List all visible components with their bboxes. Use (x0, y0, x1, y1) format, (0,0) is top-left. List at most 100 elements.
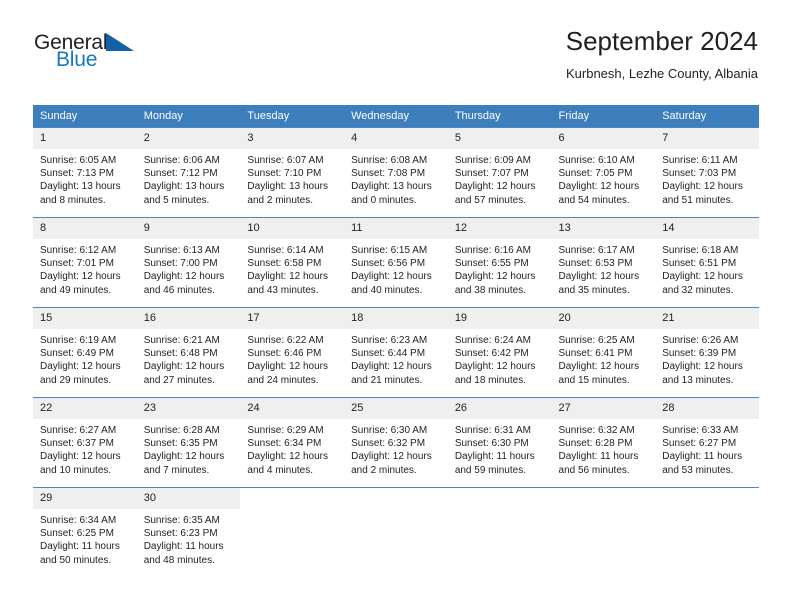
day-details: Sunrise: 6:11 AM Sunset: 7:03 PM Daylight:… (655, 149, 759, 207)
daylight-text: Daylight: 12 hours and 46 minutes. (143, 271, 225, 296)
day-number: 11 (344, 218, 448, 239)
day-details: Sunrise: 6:15 AM Sunset: 6:56 PM Daylight:… (344, 239, 448, 297)
daylight-text: Daylight: 13 hours and 0 minutes. (351, 181, 432, 206)
sunset-text: Sunset: 6:34 PM (247, 438, 322, 450)
calendar-page: General Blue September 2024 Kurbnesh, Le… (0, 0, 792, 612)
calendar-day-cell[interactable]: 23 Sunrise: 6:28 AM Sunset: 6:35 PM Dayligh… (136, 397, 241, 488)
daylight-text: Daylight: 12 hours and 38 minutes. (454, 271, 536, 296)
calendar-day-cell[interactable]: 6 Sunrise: 6:10 AM Sunset: 7:05 PM Daylight… (551, 127, 656, 218)
day-number: 29 (33, 488, 137, 509)
calendar-week-row: 29 Sunrise: 6:34 AM Sunset: 6:25 PM Dayligh… (33, 487, 759, 578)
sunrise-text: Sunrise: 6:11 AM (662, 155, 738, 166)
sunset-text: Sunset: 6:41 PM (558, 348, 633, 360)
day-number (655, 488, 759, 509)
calendar-day-cell[interactable]: 13 Sunrise: 6:17 AM Sunset: 6:53 PM Dayligh… (551, 217, 656, 308)
calendar-day-cell[interactable]: 20 Sunrise: 6:25 AM Sunset: 6:41 PM Dayligh… (551, 307, 656, 398)
calendar-week-row: 15 Sunrise: 6:19 AM Sunset: 6:49 PM Dayligh… (33, 307, 759, 398)
calendar-day-cell[interactable]: 19 Sunrise: 6:24 AM Sunset: 6:42 PM Dayligh… (447, 307, 552, 398)
calendar-day-cell[interactable]: 8 Sunrise: 6:12 AM Sunset: 7:01 PM Daylight… (33, 217, 137, 308)
calendar-day-cell[interactable]: 3 Sunrise: 6:07 AM Sunset: 7:10 PM Daylight… (240, 127, 345, 218)
day-number (551, 488, 656, 509)
calendar-day-cell[interactable]: 22 Sunrise: 6:27 AM Sunset: 6:37 PM Dayligh… (33, 397, 137, 488)
daylight-text: Daylight: 13 hours and 5 minutes. (143, 181, 225, 206)
calendar-day-cell[interactable]: 16 Sunrise: 6:21 AM Sunset: 6:48 PM Dayligh… (136, 307, 241, 398)
calendar-day-cell[interactable]: 1 Sunrise: 6:05 AM Sunset: 7:13 PM Daylight… (33, 127, 137, 218)
day-number: 15 (33, 308, 137, 329)
calendar-empty-cell (447, 487, 552, 578)
day-number: 14 (655, 218, 759, 239)
calendar-day-cell[interactable]: 2 Sunrise: 6:06 AM Sunset: 7:12 PM Daylight… (136, 127, 241, 218)
sunrise-text: Sunrise: 6:15 AM (351, 245, 428, 256)
sunrise-text: Sunrise: 6:28 AM (143, 425, 220, 436)
day-number: 28 (655, 398, 759, 419)
calendar-day-cell[interactable]: 17 Sunrise: 6:22 AM Sunset: 6:46 PM Dayligh… (240, 307, 345, 398)
day-number: 27 (551, 398, 656, 419)
daylight-text: Daylight: 11 hours and 48 minutes. (143, 541, 224, 566)
day-number: 6 (551, 128, 656, 149)
calendar-day-cell[interactable]: 29 Sunrise: 6:34 AM Sunset: 6:25 PM Dayligh… (33, 487, 137, 578)
page-subtitle: Kurbnesh, Lezhe County, Albania (565, 66, 758, 81)
day-details: Sunrise: 6:17 AM Sunset: 6:53 PM Daylight:… (552, 239, 656, 297)
calendar-day-cell[interactable]: 11 Sunrise: 6:15 AM Sunset: 6:56 PM Dayligh… (344, 217, 448, 308)
calendar-empty-cell (240, 487, 345, 578)
daylight-text: Daylight: 11 hours and 53 minutes. (662, 451, 743, 476)
sunset-text: Sunset: 6:49 PM (40, 348, 114, 360)
sunset-text: Sunset: 6:37 PM (40, 438, 114, 450)
sunrise-text: Sunrise: 6:30 AM (351, 425, 428, 436)
sunset-text: Sunset: 6:56 PM (351, 258, 426, 270)
daylight-text: Daylight: 13 hours and 2 minutes. (247, 181, 329, 206)
calendar-day-cell[interactable]: 4 Sunrise: 6:08 AM Sunset: 7:08 PM Daylight… (344, 127, 448, 218)
weekday-header-row: Sunday Monday Tuesday Wednesday Thursday Frid… (33, 105, 759, 128)
day-number: 9 (136, 218, 241, 239)
calendar-day-cell[interactable]: 28 Sunrise: 6:33 AM Sunset: 6:27 PM Dayligh… (655, 397, 759, 488)
calendar-day-cell[interactable]: 27 Sunrise: 6:32 AM Sunset: 6:28 PM Dayligh… (551, 397, 656, 488)
sunset-text: Sunset: 7:12 PM (143, 168, 218, 180)
sunrise-text: Sunrise: 6:21 AM (143, 335, 220, 346)
sunset-text: Sunset: 6:30 PM (454, 438, 529, 450)
calendar-empty-cell (655, 487, 759, 578)
title-block: September 2024 Kurbnesh, Lezhe County, A… (566, 26, 758, 82)
calendar-day-cell[interactable]: 14 Sunrise: 6:18 AM Sunset: 6:51 PM Dayligh… (655, 217, 759, 308)
day-details: Sunrise: 6:29 AM Sunset: 6:34 PM Daylight:… (240, 419, 344, 477)
calendar-day-cell[interactable]: 30 Sunrise: 6:35 AM Sunset: 6:23 PM Dayligh… (136, 487, 241, 578)
day-number: 16 (136, 308, 241, 329)
calendar-day-cell[interactable]: 5 Sunrise: 6:09 AM Sunset: 7:07 PM Daylight… (447, 127, 552, 218)
day-details: Sunrise: 6:13 AM Sunset: 7:00 PM Daylight:… (137, 239, 241, 297)
page-header: General Blue September 2024 Kurbnesh, Le… (0, 26, 792, 96)
sunset-text: Sunset: 6:44 PM (351, 348, 426, 360)
calendar-day-cell[interactable]: 7 Sunrise: 6:11 AM Sunset: 7:03 PM Daylight… (655, 127, 759, 218)
daylight-text: Daylight: 12 hours and 49 minutes. (40, 271, 121, 296)
calendar-day-cell[interactable]: 25 Sunrise: 6:30 AM Sunset: 6:32 PM Dayligh… (344, 397, 448, 488)
day-details: Sunrise: 6:32 AM Sunset: 6:28 PM Daylight:… (552, 419, 656, 477)
day-number (447, 488, 552, 509)
sunset-text: Sunset: 6:39 PM (662, 348, 737, 360)
day-details: Sunrise: 6:10 AM Sunset: 7:05 PM Daylight:… (552, 149, 656, 207)
calendar-day-cell[interactable]: 10 Sunrise: 6:14 AM Sunset: 6:58 PM Dayligh… (240, 217, 345, 308)
sunrise-text: Sunrise: 6:35 AM (143, 515, 220, 526)
calendar-day-cell[interactable]: 15 Sunrise: 6:19 AM Sunset: 6:49 PM Dayligh… (33, 307, 137, 398)
calendar-day-cell[interactable]: 24 Sunrise: 6:29 AM Sunset: 6:34 PM Dayligh… (240, 397, 345, 488)
weekday-header-friday: Friday (551, 105, 656, 128)
general-blue-logo[interactable]: General Blue (34, 32, 146, 78)
sunset-text: Sunset: 6:42 PM (454, 348, 529, 360)
daylight-text: Daylight: 12 hours and 10 minutes. (40, 451, 121, 476)
calendar-day-cell[interactable]: 9 Sunrise: 6:13 AM Sunset: 7:00 PM Daylight… (136, 217, 241, 308)
day-details: Sunrise: 6:28 AM Sunset: 6:35 PM Daylight:… (137, 419, 241, 477)
sunrise-text: Sunrise: 6:33 AM (662, 425, 739, 436)
calendar-grid: Sunday Monday Tuesday Wednesday Thursday Frid… (33, 105, 759, 578)
sunset-text: Sunset: 6:53 PM (558, 258, 633, 270)
day-number: 23 (136, 398, 241, 419)
day-number: 26 (447, 398, 552, 419)
sunrise-text: Sunrise: 6:26 AM (662, 335, 739, 346)
weekday-header-saturday: Saturday (655, 105, 759, 128)
day-number: 5 (447, 128, 552, 149)
calendar-day-cell[interactable]: 12 Sunrise: 6:16 AM Sunset: 6:55 PM Dayligh… (447, 217, 552, 308)
calendar-day-cell[interactable]: 26 Sunrise: 6:31 AM Sunset: 6:30 PM Dayligh… (447, 397, 552, 488)
calendar-day-cell[interactable]: 18 Sunrise: 6:23 AM Sunset: 6:44 PM Dayligh… (344, 307, 448, 398)
day-details: Sunrise: 6:31 AM Sunset: 6:30 PM Daylight:… (448, 419, 552, 477)
daylight-text: Daylight: 12 hours and 40 minutes. (351, 271, 432, 296)
calendar-day-cell[interactable]: 21 Sunrise: 6:26 AM Sunset: 6:39 PM Dayligh… (655, 307, 759, 398)
daylight-text: Daylight: 13 hours and 8 minutes. (40, 181, 121, 206)
logo-text-blue: Blue (56, 48, 98, 71)
page-title: September 2024 (565, 26, 758, 56)
